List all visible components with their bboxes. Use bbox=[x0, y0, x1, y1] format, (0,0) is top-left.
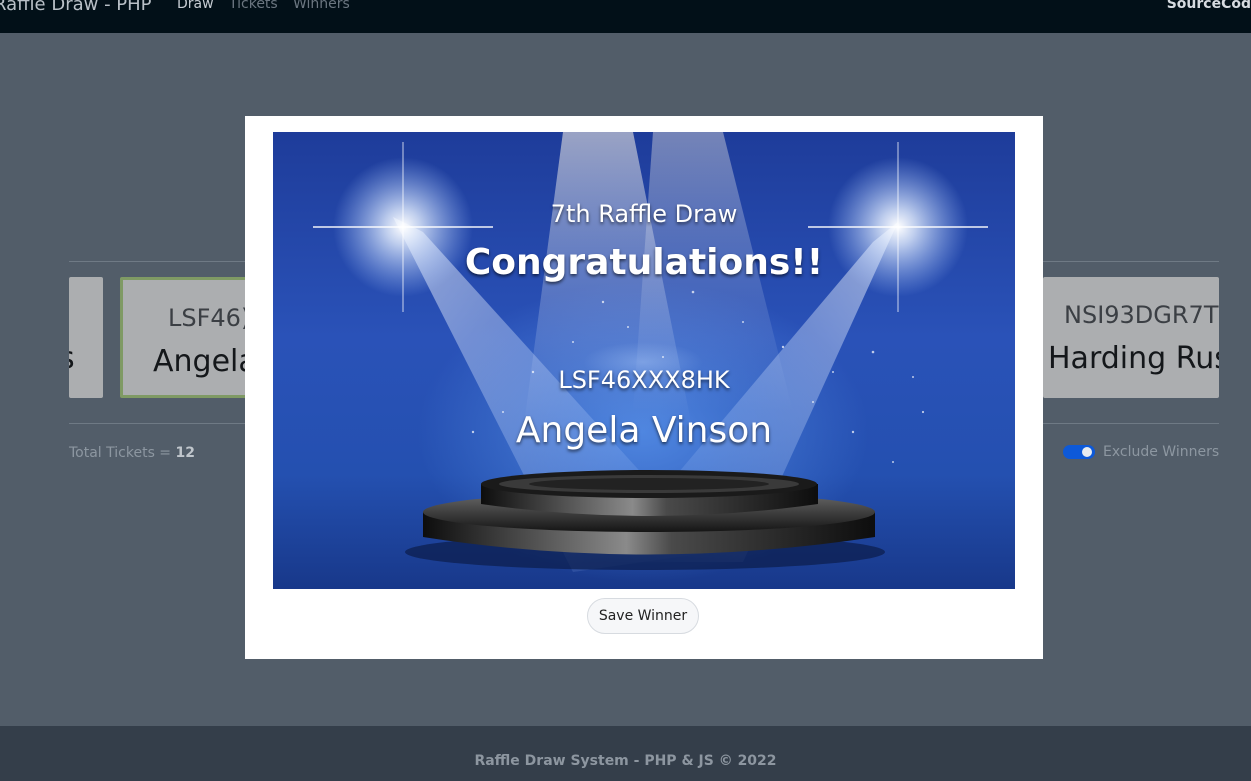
winner-stage-image: 7th Raffle Draw Congratulations!! LSF46X… bbox=[273, 132, 1015, 589]
navbar: Raffle Draw - PHP Draw Tickets Winners S… bbox=[0, 0, 1251, 33]
winner-name: Angela Vinson bbox=[515, 410, 773, 451]
ticket-card-name: Harding Rus bbox=[1048, 341, 1219, 376]
ticket-card-name: s bbox=[69, 341, 75, 376]
total-tickets-label: Total Tickets = bbox=[69, 445, 176, 461]
winner-ticket-code: LSF46XXX8HK bbox=[558, 366, 730, 394]
total-tickets-value: 12 bbox=[175, 445, 195, 461]
ticket-card-code: NSI93DGR7T bbox=[1064, 301, 1219, 329]
nav-winners[interactable]: Winners bbox=[293, 0, 350, 12]
nav-sourcecode-link[interactable]: SourceCod bbox=[1167, 0, 1251, 12]
brand-title[interactable]: Raffle Draw - PHP bbox=[0, 0, 152, 15]
total-tickets: Total Tickets = 12 bbox=[69, 445, 195, 461]
footer-text: Raffle Draw System - PHP & JS © 2022 bbox=[474, 753, 777, 769]
draw-title: 7th Raffle Draw bbox=[550, 200, 738, 228]
exclude-winners-toggle[interactable] bbox=[1063, 445, 1095, 459]
nav-tickets[interactable]: Tickets bbox=[229, 0, 278, 12]
ticket-card: s bbox=[69, 277, 103, 398]
congratulations-heading: Congratulations!! bbox=[464, 242, 824, 283]
ticket-card-code: LSF46) bbox=[168, 304, 251, 332]
exclude-winners-label: Exclude Winners bbox=[1103, 444, 1220, 460]
ticket-card: NSI93DGR7T Harding Rus bbox=[1043, 277, 1219, 398]
nav-draw[interactable]: Draw bbox=[177, 0, 214, 12]
ticket-card-name: Angela bbox=[153, 344, 257, 379]
save-winner-button[interactable]: Save Winner bbox=[587, 598, 699, 634]
footer: Raffle Draw System - PHP & JS © 2022 bbox=[0, 726, 1251, 781]
winner-modal: 7th Raffle Draw Congratulations!! LSF46X… bbox=[245, 116, 1043, 659]
